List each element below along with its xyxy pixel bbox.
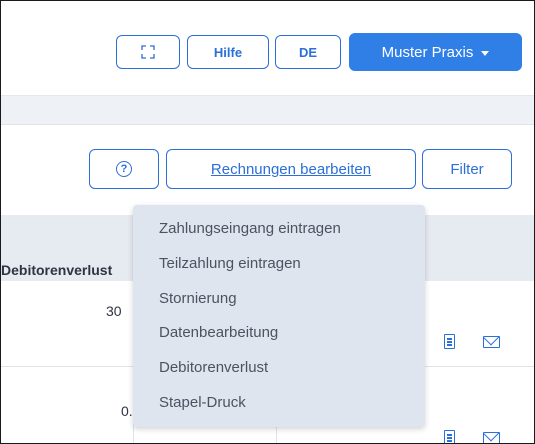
language-button[interactable]: DE	[275, 35, 341, 69]
menu-item-datenbearbeitung[interactable]: Datenbearbeitung	[159, 324, 278, 341]
edit-invoices-label: Rechnungen bearbeiten	[210, 160, 372, 178]
document-icon[interactable]	[444, 334, 455, 349]
question-circle-icon: ?	[116, 161, 132, 177]
menu-item-zahlungseingang[interactable]: Zahlungseingang eintragen	[159, 220, 341, 237]
table-cell: 30	[106, 303, 122, 319]
menu-item-debitorenverlust[interactable]: Debitorenverlust	[159, 359, 268, 376]
table-help-button[interactable]: ?	[89, 149, 159, 189]
content-background	[1, 96, 534, 124]
practice-label: Muster Praxis	[381, 43, 474, 61]
expand-icon	[141, 45, 155, 59]
fullscreen-button[interactable]	[116, 35, 180, 69]
help-button[interactable]: Hilfe	[187, 35, 269, 69]
top-navbar: Hilfe DE Muster Praxis	[1, 1, 534, 95]
menu-item-stornierung[interactable]: Stornierung	[159, 290, 237, 307]
app-frame: Hilfe DE Muster Praxis ? Rechnungen bear…	[0, 0, 535, 444]
menu-item-teilzahlung[interactable]: Teilzahlung eintragen	[159, 255, 301, 272]
mail-icon[interactable]	[483, 336, 500, 348]
column-header-debitorenverlust[interactable]: Debitorenverlust	[1, 262, 133, 278]
practice-menu-button[interactable]: Muster Praxis	[349, 33, 522, 71]
menu-item-stapel-druck[interactable]: Stapel-Druck	[159, 394, 246, 411]
filter-button[interactable]: Filter	[422, 149, 512, 189]
mail-icon[interactable]	[483, 432, 500, 443]
table-cell: 0.	[121, 403, 133, 419]
edit-invoices-button[interactable]: Rechnungen bearbeiten	[166, 149, 416, 189]
document-icon[interactable]	[444, 430, 455, 443]
edit-invoices-dropdown: Zahlungseingang eintragen Teilzahlung ei…	[133, 205, 425, 427]
caret-down-icon	[481, 50, 490, 56]
